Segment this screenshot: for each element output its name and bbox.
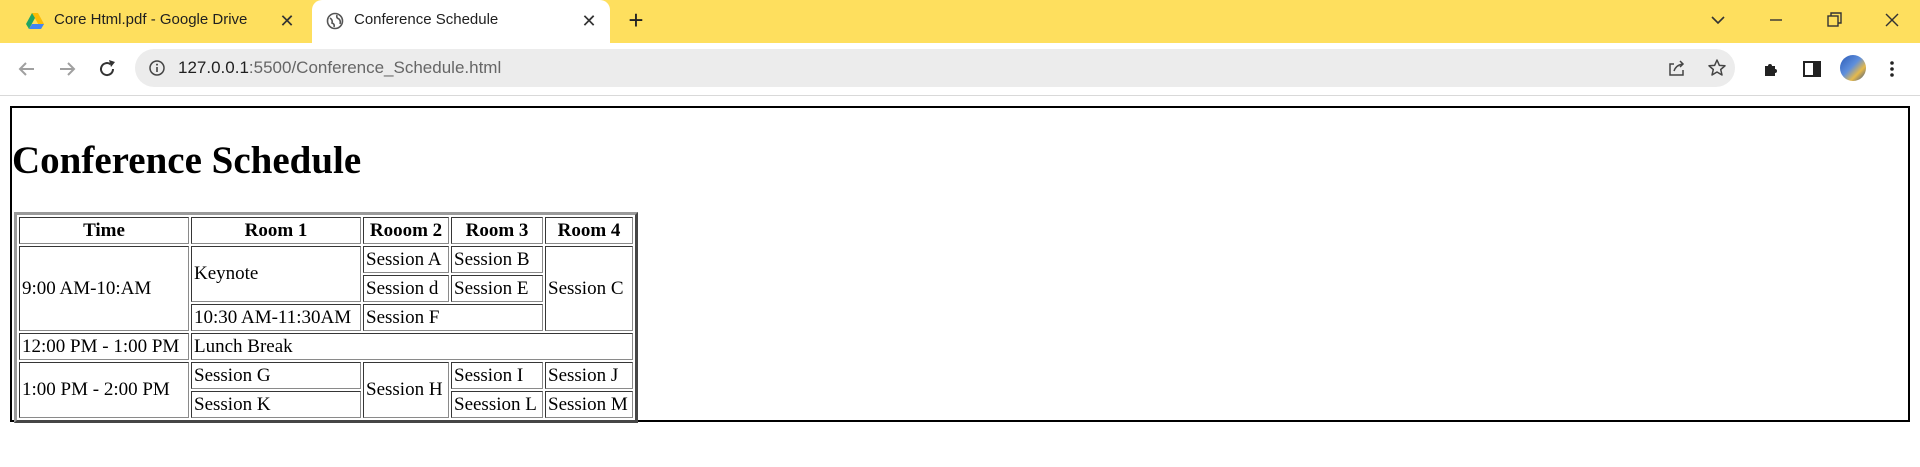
share-icon[interactable] [1667,58,1687,78]
table-header-row: Time Room 1 Rooom 2 Room 3 Room 4 [19,217,633,244]
url-path: :5500/Conference_Schedule.html [248,58,502,77]
close-window-icon[interactable] [1880,8,1904,32]
tab-search-icon[interactable] [1706,8,1730,32]
session-cell: Session B [451,246,543,273]
close-tab-icon[interactable]: ✕ [580,11,598,31]
session-cell: Seession L [451,391,543,418]
tab-title: Core Html.pdf - Google Drive [54,11,248,28]
session-cell: Keynote [191,246,361,302]
time-cell: 10:30 AM-11:30AM [191,304,361,331]
back-icon[interactable] [15,57,39,81]
info-icon[interactable] [149,60,165,76]
restore-icon[interactable] [1822,8,1846,32]
session-cell: Session H [363,362,449,418]
table-row: 9:00 AM-10:AM Keynote Session A Session … [19,246,633,331]
forward-icon[interactable] [55,57,79,81]
side-panel-icon[interactable] [1800,57,1824,81]
table-row: 1:00 PM - 2:00 PM Session G Session H Se… [19,362,633,418]
globe-icon [326,12,344,30]
page-title: Conference Schedule [12,139,362,182]
new-tab-icon[interactable]: + [624,7,648,33]
session-cell: Session F [363,304,543,331]
profile-avatar[interactable] [1840,55,1866,81]
page-content: Conference Schedule Time Room 1 Rooom 2 … [10,106,1910,423]
time-cell: 1:00 PM - 2:00 PM [19,362,189,418]
time-cell: 9:00 AM-10:AM [19,246,189,331]
minimize-icon[interactable] [1764,8,1788,32]
tab-title: Conference Schedule [354,11,499,28]
extensions-icon[interactable] [1760,57,1784,81]
table-row: 12:00 PM - 1:00 PM Lunch Break [19,333,633,360]
header-room-2: Rooom 2 [363,217,449,244]
tab-strip: Core Html.pdf - Google Drive ✕ Conferenc… [0,0,1920,43]
close-tab-icon[interactable]: ✕ [278,11,296,31]
menu-dots-icon[interactable] [1880,57,1904,81]
tab-conference-schedule[interactable]: Conference Schedule ✕ [312,0,610,43]
google-drive-icon [26,13,44,29]
session-cell: Session C [545,246,633,331]
tab-google-drive[interactable]: Core Html.pdf - Google Drive ✕ [0,0,308,43]
header-time: Time [19,217,189,244]
header-room-4: Room 4 [545,217,633,244]
browser-toolbar: 127.0.0.1:5500/Conference_Schedule.html [0,43,1920,96]
url-host: 127.0.0.1 [178,58,249,77]
header-room-1: Room 1 [191,217,361,244]
address-bar[interactable]: 127.0.0.1:5500/Conference_Schedule.html [135,49,1735,87]
time-cell: 12:00 PM - 1:00 PM [19,333,189,360]
session-cell: Session J [545,362,633,389]
session-cell: Session K [191,391,361,418]
schedule-table: Time Room 1 Rooom 2 Room 3 Room 4 9:00 A… [14,212,638,423]
bookmark-star-icon[interactable] [1707,58,1727,78]
session-cell: Session G [191,362,361,389]
session-cell: Session M [545,391,633,418]
header-room-3: Room 3 [451,217,543,244]
session-cell: Session I [451,362,543,389]
session-cell: Session d [363,275,449,302]
url-text[interactable]: 127.0.0.1:5500/Conference_Schedule.html [178,58,501,78]
reload-icon[interactable] [95,57,119,81]
break-cell: Lunch Break [191,333,633,360]
session-cell: Session A [363,246,449,273]
session-cell: Session E [451,275,543,302]
